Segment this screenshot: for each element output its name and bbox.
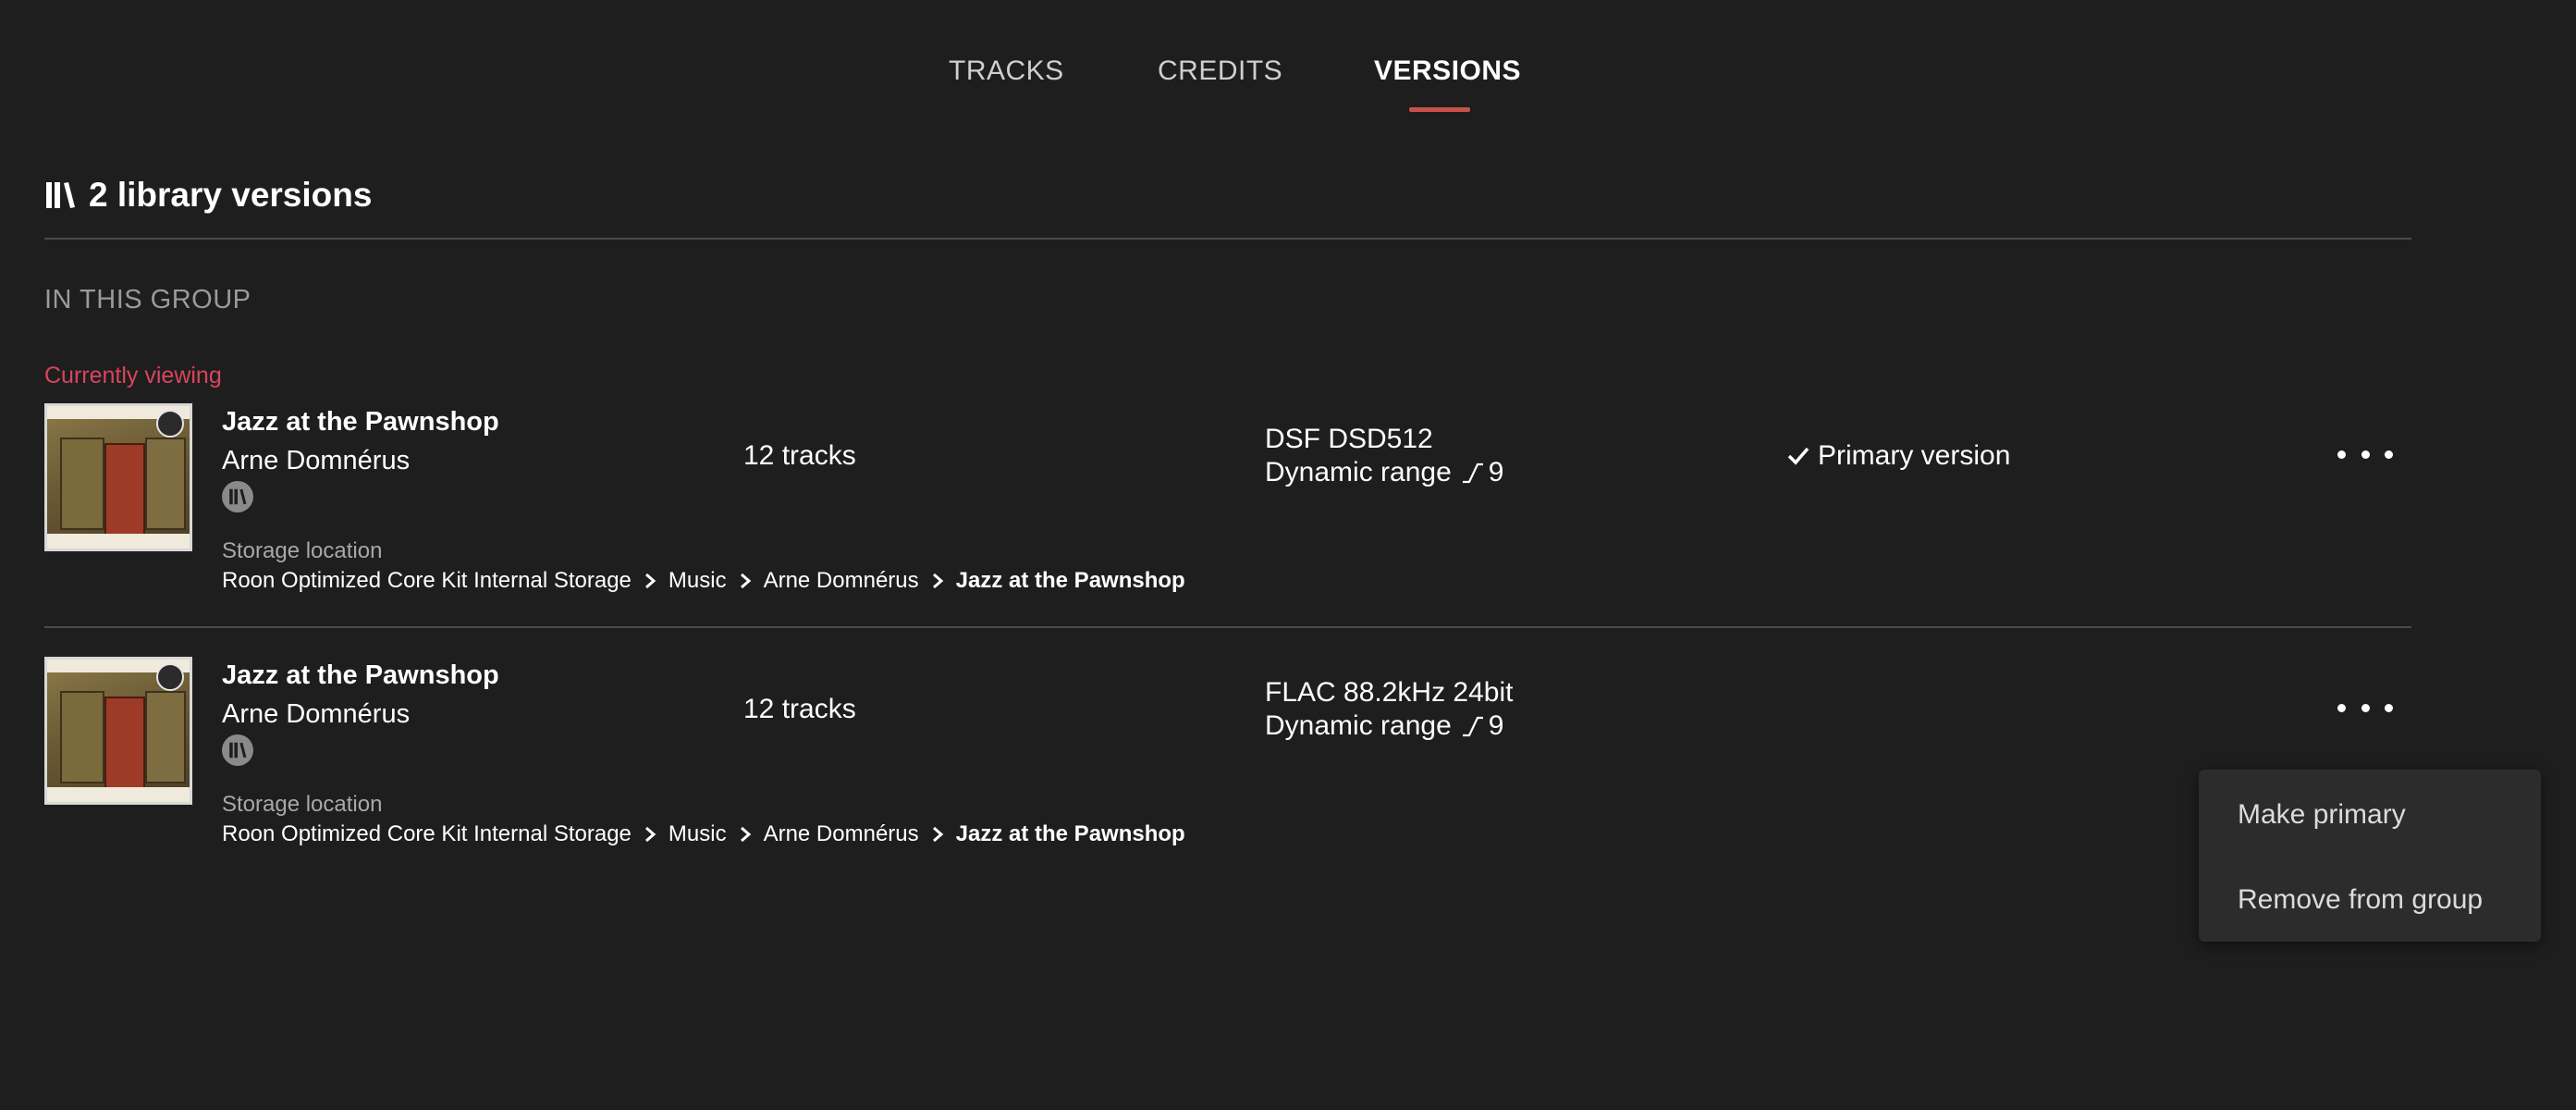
dynamic-range-icon — [1462, 462, 1483, 484]
storage-location-label: Storage location — [222, 792, 383, 817]
remove-from-group-menu-item[interactable]: Remove from group — [2238, 884, 2483, 916]
row-divider — [44, 626, 2411, 628]
path-segment[interactable]: Music — [669, 568, 727, 594]
path-segment[interactable]: Jazz at the Pawnshop — [956, 568, 1185, 594]
version-row: Jazz at the Pawnshop Arne Domnérus 12 tr… — [44, 657, 2411, 879]
storage-location-label: Storage location — [222, 538, 383, 563]
album-cover — [44, 403, 192, 551]
audio-format: DSF DSD512 — [1265, 424, 1433, 454]
version-row: Jazz at the Pawnshop Arne Domnérus 12 tr… — [44, 403, 2411, 625]
storage-path-breadcrumb: Roon Optimized Core Kit Internal Storage… — [222, 568, 1185, 594]
album-cover — [44, 657, 192, 805]
more-icon-dot — [2361, 703, 2370, 712]
path-segment[interactable]: Music — [669, 821, 727, 847]
path-segment[interactable]: Jazz at the Pawnshop — [956, 821, 1185, 847]
tab-bar: TRACKS CREDITS VERSIONS — [0, 56, 2576, 120]
audio-format: FLAC 88.2kHz 24bit — [1265, 677, 1514, 708]
album-title[interactable]: Jazz at the Pawnshop — [222, 660, 499, 691]
path-segment[interactable]: Arne Domnérus — [764, 821, 919, 847]
tab-versions[interactable]: VERSIONS — [1374, 56, 1521, 87]
library-badge-icon — [222, 734, 253, 766]
header-divider — [44, 238, 2411, 240]
version-context-menu: Make primary Remove from group — [2199, 770, 2541, 942]
more-icon-dot — [2385, 703, 2393, 712]
track-count: 12 tracks — [743, 694, 856, 724]
dynamic-range-label: Dynamic range — [1265, 457, 1452, 487]
chevron-right-icon — [644, 826, 656, 843]
active-tab-indicator — [1409, 107, 1470, 112]
primary-version-indicator: Primary version — [1786, 440, 2010, 472]
group-label: IN THIS GROUP — [44, 285, 251, 314]
dynamic-range-value: 9 — [1488, 710, 1504, 741]
storage-path-breadcrumb: Roon Optimized Core Kit Internal Storage… — [222, 821, 1185, 847]
make-primary-menu-item[interactable]: Make primary — [2238, 799, 2406, 831]
path-segment[interactable]: Roon Optimized Core Kit Internal Storage — [222, 821, 632, 847]
currently-viewing-label: Currently viewing — [44, 363, 222, 388]
more-icon-dot — [2361, 450, 2370, 459]
tab-credits[interactable]: CREDITS — [1158, 56, 1282, 87]
chevron-right-icon — [740, 826, 751, 843]
dynamic-range: Dynamic range 9 — [1265, 457, 1503, 488]
album-versions-page: TRACKS CREDITS VERSIONS 2 library versio… — [0, 0, 2576, 1110]
check-icon — [1787, 447, 1809, 465]
library-icon — [46, 182, 75, 208]
artist-name[interactable]: Arne Domnérus — [222, 699, 410, 730]
chevron-right-icon — [740, 573, 751, 589]
tab-tracks[interactable]: TRACKS — [949, 56, 1064, 87]
artist-name[interactable]: Arne Domnérus — [222, 446, 410, 476]
more-icon-dot — [2385, 450, 2393, 459]
versions-count-title: 2 library versions — [89, 176, 373, 214]
dynamic-range-icon — [1462, 716, 1483, 737]
album-title[interactable]: Jazz at the Pawnshop — [222, 407, 499, 438]
dynamic-range-value: 9 — [1488, 457, 1504, 487]
more-options-button[interactable] — [2337, 694, 2393, 722]
chevron-right-icon — [932, 573, 943, 589]
path-segment[interactable]: Roon Optimized Core Kit Internal Storage — [222, 568, 632, 594]
primary-version-label: Primary version — [1818, 440, 2011, 471]
more-icon — [2337, 703, 2346, 712]
dynamic-range: Dynamic range 9 — [1265, 710, 1503, 742]
library-badge-icon — [222, 481, 253, 512]
chevron-right-icon — [644, 573, 656, 589]
more-options-button[interactable] — [2337, 440, 2393, 468]
versions-header: 2 library versions — [44, 176, 372, 215]
more-icon — [2337, 450, 2346, 459]
chevron-right-icon — [932, 826, 943, 843]
track-count: 12 tracks — [743, 440, 856, 471]
path-segment[interactable]: Arne Domnérus — [764, 568, 919, 594]
dynamic-range-label: Dynamic range — [1265, 710, 1452, 741]
